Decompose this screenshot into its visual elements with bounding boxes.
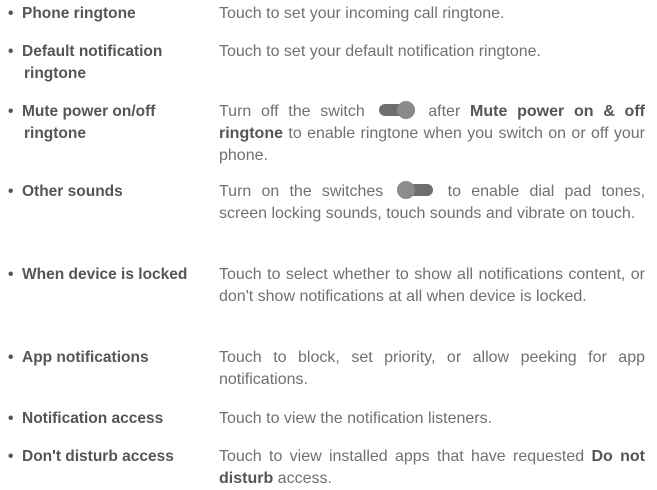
term-label: • Default notification ringtone (8, 41, 213, 85)
bullet: • (8, 43, 14, 60)
description-text: Touch to view installed apps that have r… (219, 448, 585, 465)
term-label: • Don't disturb access (8, 446, 213, 468)
bullet: • (8, 183, 14, 200)
description-text: after (428, 103, 461, 120)
bullet: • (8, 349, 14, 366)
term-label: • Other sounds (8, 181, 213, 203)
description: Turn on the switches to enable dial pad … (219, 181, 645, 225)
bullet: • (8, 410, 14, 427)
term-label: • App notifications (8, 347, 213, 369)
bullet: • (8, 266, 14, 283)
settings-description-list: • Phone ringtone Touch to set your incomi… (0, 0, 657, 490)
description: Turn off the switch after Mute power on … (219, 101, 645, 167)
term-text: Don't disturb access (22, 448, 174, 465)
bullet: • (8, 103, 14, 120)
description-text: Turn on the switches (219, 183, 384, 200)
toggle-on-icon (378, 101, 415, 119)
term-text: When device is locked (22, 266, 188, 283)
toggle-off-icon (397, 181, 434, 199)
term-text: Notification access (22, 410, 164, 427)
term-text: Default notification (22, 43, 163, 60)
term-label: • Phone ringtone (8, 3, 213, 25)
term-label: • Notification access (8, 408, 213, 430)
term-label: • Mute power on/off ringtone (8, 101, 213, 145)
description: Touch to select whether to show all noti… (219, 266, 645, 305)
bullet: • (8, 5, 14, 22)
description: Touch to set your incoming call ringtone… (219, 5, 505, 22)
term-label: • When device is locked (8, 264, 213, 286)
description-text: to enable ringtone when you switch on or… (219, 125, 645, 164)
term-text-line2: ringtone (24, 125, 86, 142)
term-text: App notifications (22, 349, 149, 366)
term-text: Mute power on/off (22, 103, 156, 120)
description-text: Turn off the switch (219, 103, 365, 120)
description: Touch to view installed apps that have r… (219, 446, 645, 490)
term-text-line2: ringtone (24, 65, 86, 82)
term-text: Other sounds (22, 183, 123, 200)
description: Touch to block, set priority, or allow p… (219, 349, 645, 388)
description: Touch to set your default notification r… (219, 43, 541, 60)
description-text: access. (277, 470, 332, 487)
bullet: • (8, 448, 14, 465)
term-text: Phone ringtone (22, 5, 136, 22)
description: Touch to view the notification listeners… (219, 410, 493, 427)
